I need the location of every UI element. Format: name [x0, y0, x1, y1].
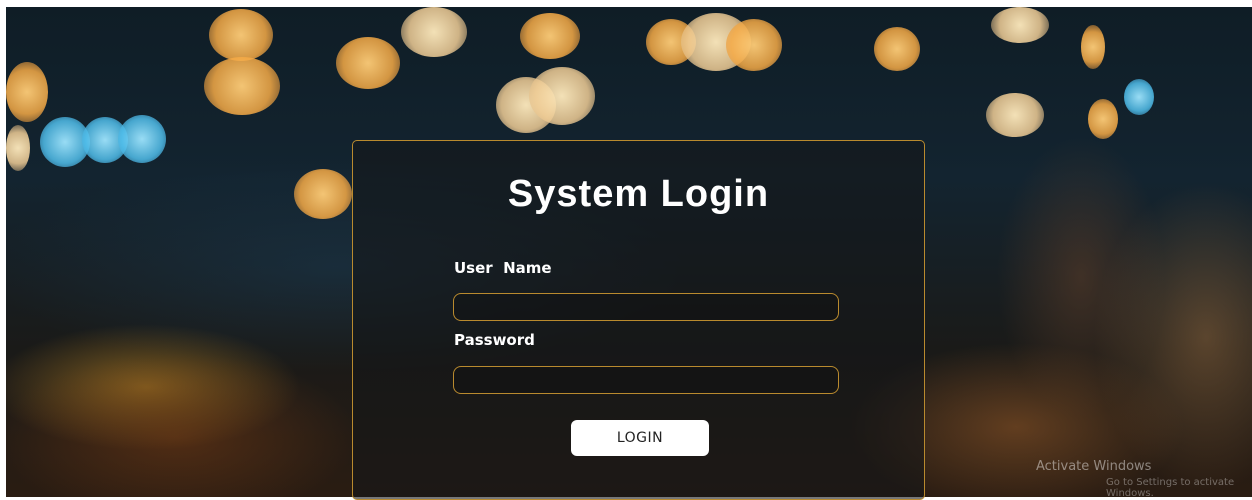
bokeh-light [874, 27, 920, 71]
password-label: Password [454, 331, 535, 349]
bokeh-light [6, 62, 48, 122]
bokeh-light [294, 169, 352, 219]
bokeh-light [204, 57, 280, 115]
activate-windows-hint: Go to Settings to activate Windows. [1106, 477, 1235, 497]
username-input[interactable] [453, 293, 839, 321]
login-panel: System Login User Name Password LOGIN [352, 140, 925, 500]
page-title: System Login [507, 173, 770, 215]
login-button[interactable]: LOGIN [571, 420, 709, 456]
bokeh-light [209, 9, 273, 61]
activate-windows-watermark: Activate Windows [1036, 459, 1152, 474]
bokeh-light [986, 93, 1044, 137]
bokeh-light [401, 7, 467, 57]
bokeh-light [336, 37, 400, 89]
username-label: User Name [454, 259, 552, 277]
bokeh-light [529, 67, 595, 125]
bokeh-light [1081, 25, 1105, 69]
bokeh-light [726, 19, 782, 71]
bokeh-light [6, 125, 30, 171]
password-input[interactable] [453, 366, 839, 394]
bokeh-light [991, 7, 1049, 43]
bokeh-light [1088, 99, 1118, 139]
bokeh-light [520, 13, 580, 59]
bokeh-light [118, 115, 166, 163]
bokeh-light [1124, 79, 1154, 115]
